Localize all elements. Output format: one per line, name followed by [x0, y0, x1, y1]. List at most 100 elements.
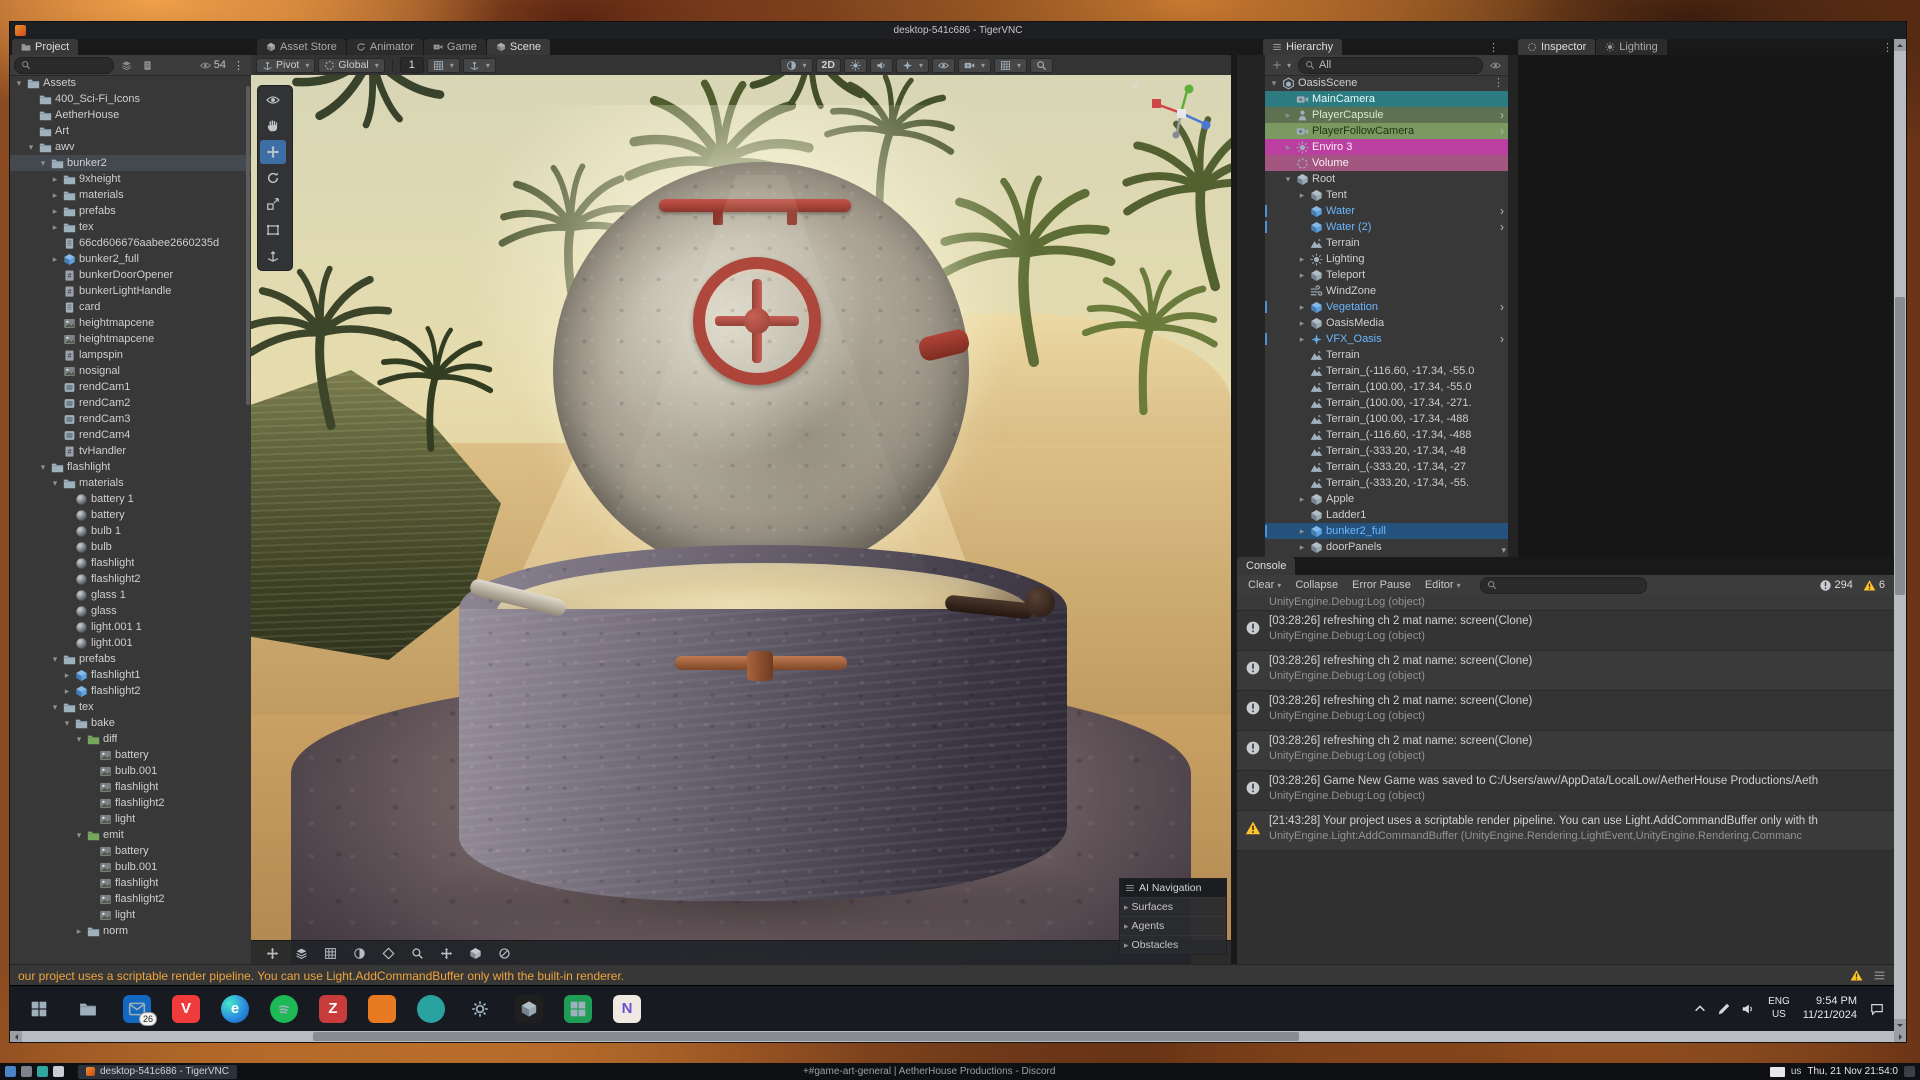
audio-button[interactable]: [870, 58, 893, 73]
scene-search-button[interactable]: [406, 944, 428, 962]
vnc-titlebar[interactable]: desktop-541c686 - TigerVNC: [10, 22, 1906, 39]
project-item[interactable]: ▸materials: [10, 187, 251, 203]
console-search-input[interactable]: [1480, 577, 1647, 594]
hierarchy-item[interactable]: ▸VFX_Oasis›: [1265, 331, 1508, 347]
hierarchy-item[interactable]: ▸Enviro 3: [1265, 139, 1508, 155]
project-item[interactable]: 66cd606676aabee2660235d: [10, 235, 251, 251]
project-item[interactable]: heightmapcene: [10, 315, 251, 331]
console-warn-count[interactable]: 6: [1858, 579, 1890, 592]
project-item[interactable]: ▾bunker2: [10, 155, 251, 171]
scene-slash-button[interactable]: [493, 944, 515, 962]
taskbar-spotify[interactable]: [269, 994, 299, 1024]
tool-eye-button[interactable]: [260, 88, 286, 112]
ai-nav-item[interactable]: ▸Surfaces: [1120, 897, 1226, 916]
expander-icon[interactable]: ▸: [1283, 107, 1293, 123]
unity-status-bar[interactable]: our project uses a scriptable render pip…: [10, 964, 1894, 986]
tool-scale-button[interactable]: [260, 192, 286, 216]
tab-inspector[interactable]: Inspector: [1518, 39, 1595, 55]
prefab-chevron-icon[interactable]: ›: [1500, 331, 1504, 347]
project-favorites-button[interactable]: [118, 56, 135, 74]
project-item[interactable]: ▾tex: [10, 699, 251, 715]
hierarchy-dock-menu-icon[interactable]: ⋮: [1488, 41, 1501, 54]
inspector-dock-menu-icon[interactable]: ⋮: [1882, 41, 1894, 54]
hierarchy-item[interactable]: Terrain_(100.00, -17.34, -488: [1265, 411, 1508, 427]
tab-game[interactable]: Game: [424, 39, 486, 55]
hierarchy-item[interactable]: ▾Root: [1265, 171, 1508, 187]
prefab-chevron-icon[interactable]: ›: [1500, 123, 1504, 139]
tray-audio-icon[interactable]: [1741, 1002, 1755, 1016]
hierarchy-item[interactable]: Terrain_(-333.20, -17.34, -48: [1265, 443, 1508, 459]
project-item[interactable]: flashlight2: [10, 891, 251, 907]
taskbar-browser-v[interactable]: V: [171, 994, 201, 1024]
hierarchy-item[interactable]: Volume: [1265, 155, 1508, 171]
project-item[interactable]: ▾awv: [10, 139, 251, 155]
project-item[interactable]: ▾diff: [10, 731, 251, 747]
hierarchy-item[interactable]: PlayerFollowCamera›: [1265, 123, 1508, 139]
taskbar-file-explorer[interactable]: [73, 994, 103, 1024]
tab-project[interactable]: Project: [12, 39, 78, 55]
toggle-2d-button[interactable]: 2D: [816, 58, 841, 73]
scene-layers-button[interactable]: [290, 944, 312, 962]
console-entry[interactable]: [03:28:26] refreshing ch 2 mat name: scr…: [1237, 731, 1894, 771]
project-item[interactable]: bulb.001: [10, 859, 251, 875]
project-item[interactable]: heightmapcene: [10, 331, 251, 347]
expander-icon[interactable]: ▾: [38, 459, 48, 475]
expander-icon[interactable]: ▸: [1297, 267, 1307, 283]
expander-icon[interactable]: ▾: [50, 475, 60, 491]
project-item[interactable]: bulb: [10, 539, 251, 555]
project-item[interactable]: bulb 1: [10, 523, 251, 539]
host-launcher-icon[interactable]: [5, 1066, 16, 1077]
hierarchy-item[interactable]: Ladder1: [1265, 507, 1508, 523]
host-clock[interactable]: Thu, 21 Nov 21:54:0: [1807, 1066, 1898, 1077]
project-item[interactable]: ▾bake: [10, 715, 251, 731]
project-item[interactable]: ▸flashlight2: [10, 683, 251, 699]
grid-button[interactable]: [994, 58, 1027, 73]
hierarchy-item[interactable]: ▸Lighting: [1265, 251, 1508, 267]
project-item[interactable]: flashlight2: [10, 795, 251, 811]
tray-action-center-icon[interactable]: [1870, 1002, 1884, 1016]
hierarchy-item[interactable]: ▾OasisScene⋮: [1265, 75, 1508, 91]
scene-move-button[interactable]: [261, 944, 283, 962]
tool-rotate-button[interactable]: [260, 166, 286, 190]
expander-icon[interactable]: ▸: [1297, 491, 1307, 507]
keyboard-indicator-icon[interactable]: [1770, 1067, 1785, 1077]
hierarchy-item[interactable]: ▸OasisMedia: [1265, 315, 1508, 331]
status-console-icon[interactable]: [1873, 969, 1886, 982]
hierarchy-search-input[interactable]: All: [1298, 57, 1483, 74]
project-item[interactable]: ▾materials: [10, 475, 251, 491]
tray-chevup-icon[interactable]: [1693, 1002, 1707, 1016]
tab-scene[interactable]: Scene: [487, 39, 550, 55]
host-window-button-discord[interactable]: +#game-art-general | AetherHouse Product…: [803, 1066, 1055, 1077]
scene-half-button[interactable]: [348, 944, 370, 962]
scene-options-icon[interactable]: ⋮: [1493, 75, 1504, 91]
scene-grid-button[interactable]: [319, 944, 341, 962]
expander-icon[interactable]: ▾: [14, 75, 24, 91]
project-item[interactable]: AetherHouse: [10, 107, 251, 123]
expander-icon[interactable]: ▸: [1297, 315, 1307, 331]
expander-icon[interactable]: ▸: [50, 171, 60, 187]
project-item[interactable]: glass: [10, 603, 251, 619]
expander-icon[interactable]: ▾: [74, 827, 84, 843]
expander-icon[interactable]: ▸: [62, 667, 72, 683]
language-indicator[interactable]: ENG US: [1768, 996, 1790, 1021]
hierarchy-item[interactable]: Terrain_(100.00, -17.34, -55.0: [1265, 379, 1508, 395]
vnc-vertical-scrollbar[interactable]: [1894, 39, 1906, 1031]
hierarchy-item[interactable]: ▸Apple: [1265, 491, 1508, 507]
taskbar-start[interactable]: [24, 994, 54, 1024]
half-button[interactable]: [780, 58, 813, 73]
prefab-chevron-icon[interactable]: ›: [1500, 107, 1504, 123]
prefab-chevron-icon[interactable]: ›: [1500, 219, 1504, 235]
hierarchy-item[interactable]: ▸Teleport: [1265, 267, 1508, 283]
ai-nav-item[interactable]: ▸Agents: [1120, 916, 1226, 935]
tab-lighting[interactable]: Lighting: [1596, 39, 1667, 55]
taskbar-settings[interactable]: [465, 994, 495, 1024]
expander-icon[interactable]: ▸: [1297, 187, 1307, 203]
host-launcher-icon[interactable]: [21, 1066, 32, 1077]
project-item[interactable]: ▸tex: [10, 219, 251, 235]
grid-button[interactable]: [427, 58, 460, 73]
taskbar-spreadsheet[interactable]: [563, 994, 593, 1024]
project-item[interactable]: battery 1: [10, 491, 251, 507]
project-item[interactable]: light.001: [10, 635, 251, 651]
taskbar-app-teal[interactable]: [416, 994, 446, 1024]
expander-icon[interactable]: ▸: [50, 187, 60, 203]
